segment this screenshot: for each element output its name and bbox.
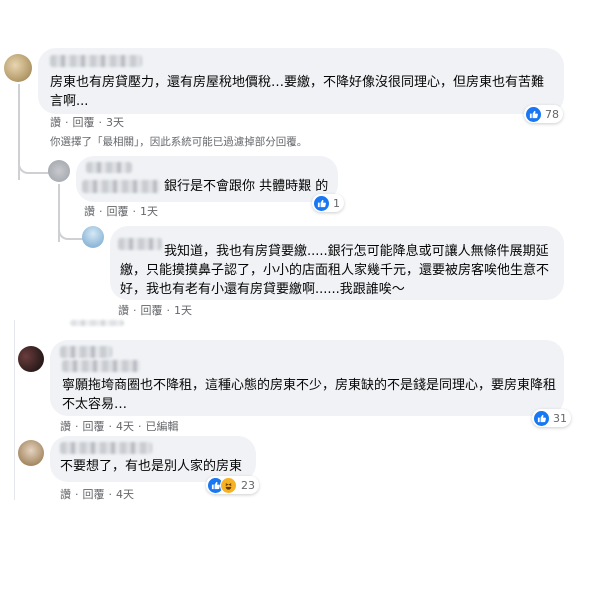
- reaction-summary[interactable]: 78: [524, 105, 563, 123]
- avatar[interactable]: [18, 346, 44, 372]
- timestamp[interactable]: 3天: [106, 114, 124, 130]
- redacted-mention[interactable]: [82, 180, 160, 193]
- timestamp[interactable]: 1天: [140, 203, 158, 219]
- comment-text: 銀行是不會跟你 共體時艱 的: [164, 179, 329, 194]
- like-icon: [534, 410, 549, 426]
- comment-bubble: 我知道，我也有房貸要繳.....銀行怎可能降息或可讓人無條件展期延繳，只能摸摸鼻…: [110, 226, 564, 300]
- timestamp[interactable]: 4天: [116, 486, 134, 502]
- redacted-username[interactable]: [60, 442, 152, 454]
- redacted-username[interactable]: [60, 346, 112, 358]
- avatar[interactable]: [82, 226, 104, 248]
- reply-button[interactable]: 回覆: [141, 302, 163, 318]
- comment-bubble: 房東也有房貸壓力，還有房屋稅地價稅…要繳，不降好像沒很同理心，但房東也有苦難言啊…: [38, 48, 564, 114]
- like-button[interactable]: 讚: [118, 302, 129, 318]
- like-button[interactable]: 讚: [60, 418, 71, 434]
- comment-text: 寧願拖垮商圈也不降租，這種心態的房東不少，房東缺的不是錢是同理心，要房東降租不太…: [62, 378, 557, 412]
- reply-button[interactable]: 回覆: [73, 114, 95, 130]
- timestamp[interactable]: 4天: [116, 418, 134, 434]
- comment-bubble: 銀行是不會跟你 共體時艱 的: [76, 156, 338, 202]
- like-button[interactable]: 讚: [60, 486, 71, 502]
- redacted-username[interactable]: [86, 162, 132, 173]
- like-button[interactable]: 讚: [84, 203, 95, 219]
- comment-actions: 讚 · 回覆 · 1天: [84, 203, 158, 219]
- comment-actions: 讚 · 回覆 · 1天: [118, 302, 192, 318]
- reaction-count: 23: [241, 478, 255, 492]
- thread-connector: [58, 222, 84, 240]
- reaction-summary[interactable]: 31: [532, 409, 571, 427]
- redacted-username[interactable]: [50, 55, 142, 67]
- haha-icon: [220, 476, 237, 494]
- comment-bubble: 寧願拖垮商圈也不降租，這種心態的房東不少，房東缺的不是錢是同理心，要房東降租不太…: [50, 340, 564, 416]
- reply-button[interactable]: 回覆: [83, 418, 105, 434]
- reaction-count: 78: [545, 107, 559, 121]
- timestamp[interactable]: 1天: [174, 302, 192, 318]
- redacted-username[interactable]: [62, 360, 140, 372]
- comment-actions: 讚 · 回覆 · 4天: [60, 486, 134, 502]
- avatar[interactable]: [18, 440, 44, 466]
- comments-panel: 房東也有房貸壓力，還有房屋稅地價稅…要繳，不降好像沒很同理心，但房東也有苦難言啊…: [0, 0, 600, 600]
- comment-actions: 讚 · 回覆 · 4天 · 已編輯: [60, 418, 179, 434]
- like-icon: [314, 195, 329, 211]
- avatar[interactable]: [48, 160, 70, 182]
- thread-connector: [18, 150, 50, 174]
- reaction-count: 1: [333, 196, 340, 210]
- reaction-summary[interactable]: 1: [312, 194, 344, 212]
- comment-text: 房東也有房貸壓力，還有房屋稅地價稅…要繳，不降好像沒很同理心，但房東也有苦難言啊…: [50, 75, 545, 109]
- like-icon: [526, 106, 541, 122]
- like-button[interactable]: 讚: [50, 114, 61, 130]
- edited-label[interactable]: 已編輯: [146, 418, 179, 434]
- cropped-fragment: [70, 320, 124, 326]
- divider: [14, 320, 15, 500]
- avatar[interactable]: [4, 54, 32, 82]
- comment-text: 我知道，我也有房貸要繳.....銀行怎可能降息或可讓人無條件展期延繳，只能摸摸鼻…: [120, 244, 550, 297]
- filter-notice: 你選擇了「最相關」，因此系統可能已過濾掉部分回覆。: [50, 136, 308, 148]
- comment-text: 不要想了，有也是別人家的房東: [60, 459, 243, 474]
- reply-button[interactable]: 回覆: [83, 486, 105, 502]
- comment-actions: 讚 · 回覆 · 3天: [50, 114, 124, 130]
- reply-button[interactable]: 回覆: [107, 203, 129, 219]
- reaction-summary[interactable]: 23: [206, 476, 259, 494]
- reaction-count: 31: [553, 411, 567, 425]
